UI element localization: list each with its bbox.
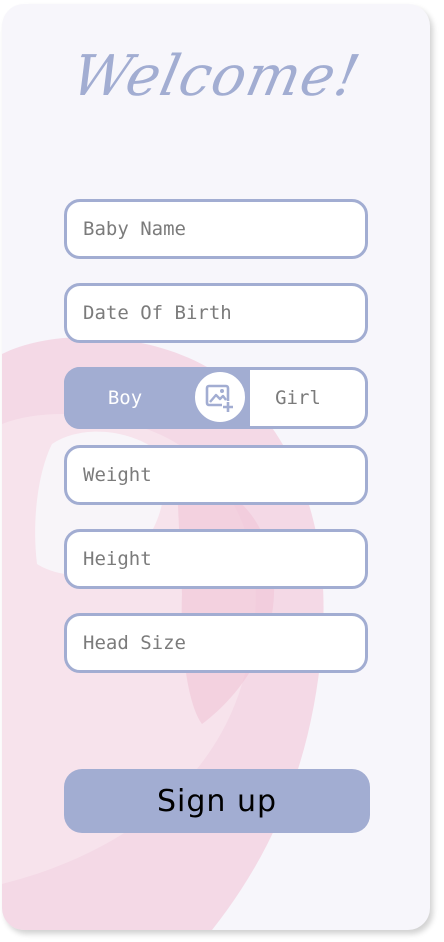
add-photo-button[interactable] bbox=[191, 368, 249, 426]
date-of-birth-input[interactable] bbox=[67, 286, 365, 340]
height-input[interactable] bbox=[67, 532, 365, 586]
height-field[interactable] bbox=[64, 529, 368, 589]
gender-toggle[interactable]: Boy Girl bbox=[64, 367, 368, 429]
weight-field[interactable] bbox=[64, 445, 368, 505]
page-title: Welcome! bbox=[66, 44, 366, 109]
head-size-input[interactable] bbox=[67, 616, 365, 670]
baby-name-field[interactable] bbox=[64, 199, 368, 259]
add-photo-icon bbox=[205, 384, 234, 413]
weight-input[interactable] bbox=[67, 448, 365, 502]
gender-option-boy[interactable]: Boy bbox=[77, 370, 173, 426]
sign-up-button[interactable]: Sign up bbox=[64, 769, 370, 833]
date-of-birth-field[interactable] bbox=[64, 283, 368, 343]
head-size-field[interactable] bbox=[64, 613, 368, 673]
gender-option-girl[interactable]: Girl bbox=[263, 370, 333, 426]
baby-name-input[interactable] bbox=[67, 202, 365, 256]
